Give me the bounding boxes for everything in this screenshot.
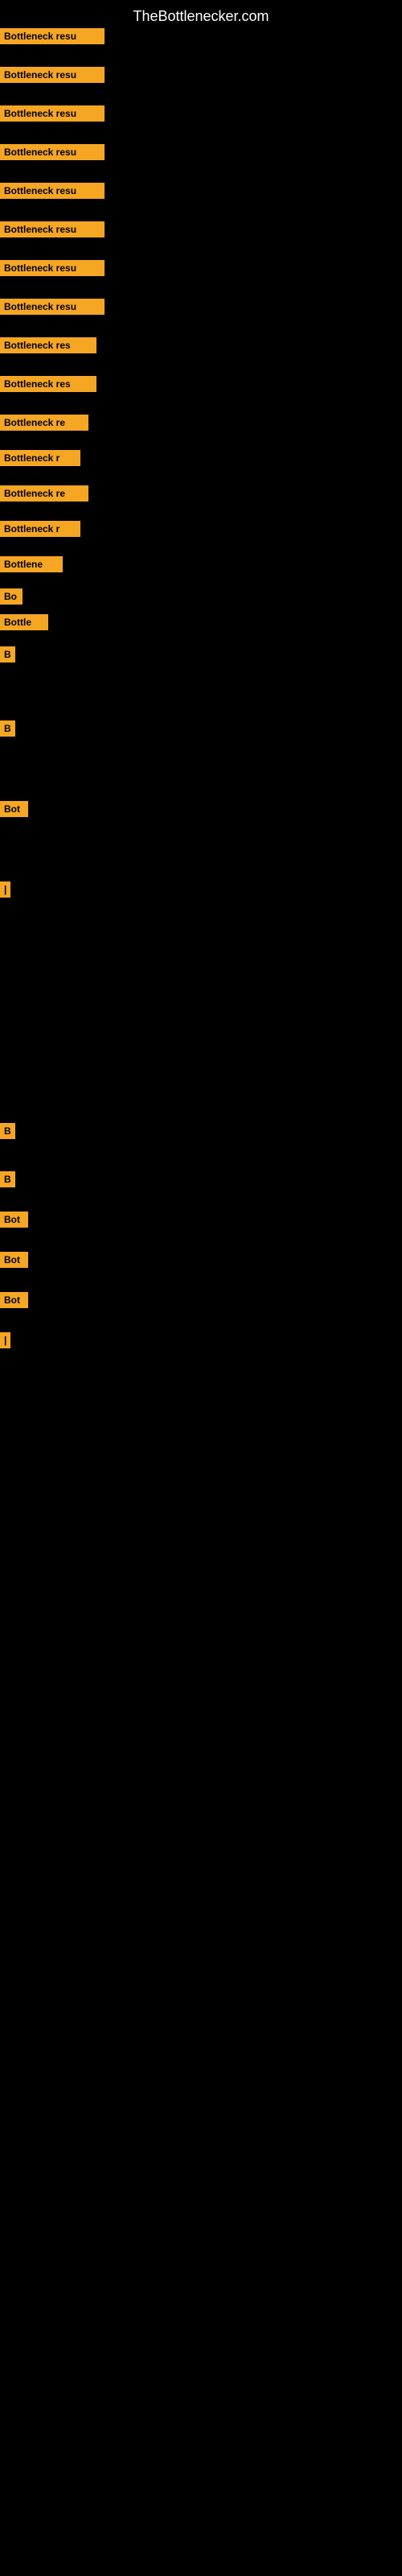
bar-24: Bot: [0, 1212, 28, 1228]
bar-1: Bottleneck resu: [0, 28, 105, 44]
bar-label-13: Bottleneck re: [0, 485, 88, 502]
bar-label-9: Bottleneck res: [0, 337, 96, 353]
bar-label-17: Bottle: [0, 614, 48, 630]
bar-4: Bottleneck resu: [0, 144, 105, 160]
bar-label-21: |: [0, 881, 10, 898]
bar-label-3: Bottleneck resu: [0, 105, 105, 122]
bar-label-5: Bottleneck resu: [0, 183, 105, 199]
bar-label-6: Bottleneck resu: [0, 221, 105, 237]
bar-27: |: [0, 1332, 10, 1348]
bar-8: Bottleneck resu: [0, 299, 105, 315]
bar-3: Bottleneck resu: [0, 105, 105, 122]
bar-label-19: B: [0, 720, 15, 737]
bar-7: Bottleneck resu: [0, 260, 105, 276]
bar-label-23: B: [0, 1171, 15, 1187]
bar-label-12: Bottleneck r: [0, 450, 80, 466]
bar-label-14: Bottleneck r: [0, 521, 80, 537]
bar-label-1: Bottleneck resu: [0, 28, 105, 44]
bar-20: Bot: [0, 801, 28, 817]
bar-22: B: [0, 1123, 15, 1139]
bar-10: Bottleneck res: [0, 376, 96, 392]
bar-label-10: Bottleneck res: [0, 376, 96, 392]
bar-9: Bottleneck res: [0, 337, 96, 353]
bar-label-24: Bot: [0, 1212, 28, 1228]
bar-label-22: B: [0, 1123, 15, 1139]
bar-13: Bottleneck re: [0, 485, 88, 502]
bar-label-7: Bottleneck resu: [0, 260, 105, 276]
bar-label-25: Bot: [0, 1252, 28, 1268]
bar-label-4: Bottleneck resu: [0, 144, 105, 160]
bar-label-11: Bottleneck re: [0, 415, 88, 431]
bar-23: B: [0, 1171, 15, 1187]
bar-label-20: Bot: [0, 801, 28, 817]
bar-label-16: Bo: [0, 588, 23, 605]
bar-5: Bottleneck resu: [0, 183, 105, 199]
bar-14: Bottleneck r: [0, 521, 80, 537]
bar-6: Bottleneck resu: [0, 221, 105, 237]
bar-17: Bottle: [0, 614, 48, 630]
bar-label-27: |: [0, 1332, 10, 1348]
bar-label-15: Bottlene: [0, 556, 63, 572]
bar-2: Bottleneck resu: [0, 67, 105, 83]
bar-11: Bottleneck re: [0, 415, 88, 431]
bar-19: B: [0, 720, 15, 737]
bar-label-8: Bottleneck resu: [0, 299, 105, 315]
bar-label-26: Bot: [0, 1292, 28, 1308]
bar-18: B: [0, 646, 15, 663]
bar-15: Bottlene: [0, 556, 63, 572]
bar-16: Bo: [0, 588, 23, 605]
bar-21: |: [0, 881, 10, 898]
bar-12: Bottleneck r: [0, 450, 80, 466]
bar-label-2: Bottleneck resu: [0, 67, 105, 83]
bar-25: Bot: [0, 1252, 28, 1268]
bar-label-18: B: [0, 646, 15, 663]
bar-26: Bot: [0, 1292, 28, 1308]
